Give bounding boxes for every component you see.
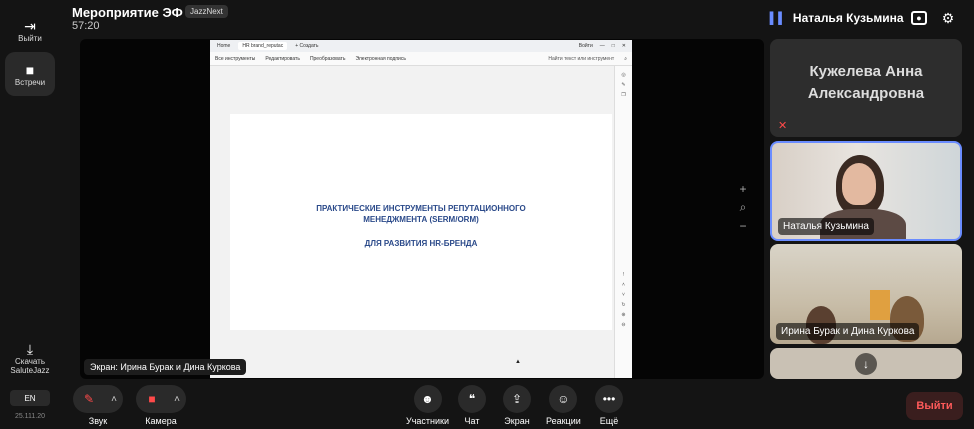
- participant-tile[interactable]: Кужелева Анна Александровна ✕: [770, 39, 962, 137]
- download-icon: ⤓: [26, 341, 34, 357]
- video-camera-icon: ■: [25, 61, 35, 78]
- window-controls: Войти — □ ✕: [579, 43, 632, 49]
- stage-zoom-controls: + ⌕ −: [733, 182, 753, 233]
- browser-tab-active[interactable]: HR brand_reputac: [238, 42, 288, 50]
- screen-share-icon[interactable]: ⇪: [503, 385, 531, 413]
- camera-options-chevron-icon[interactable]: ˄: [168, 394, 186, 405]
- minimize-icon[interactable]: —: [600, 43, 605, 49]
- pdf-search-input[interactable]: Найти текст или инструмент: [548, 56, 614, 62]
- participant-name-label: Ирина Бурак и Дина Куркова: [776, 323, 920, 340]
- toolbar-item[interactable]: Преобразовать: [310, 56, 346, 62]
- camera-control: ■ ˄ Камера: [136, 385, 186, 426]
- participant-tile-active[interactable]: Наталья Кузьмина: [770, 141, 962, 241]
- camera-off-button[interactable]: ■: [136, 385, 168, 413]
- sound-control: ✎ ˄ Звук: [73, 385, 123, 426]
- page-down-icon[interactable]: ˅: [622, 292, 625, 298]
- pdf-document-area: ПРАКТИЧЕСКИЕ ИНСТРУМЕНТЫ РЕПУТАЦИОННОГО …: [210, 66, 614, 378]
- participant-tile[interactable]: Ирина Бурак и Дина Куркова: [770, 244, 962, 344]
- zoom-plus-icon[interactable]: +: [739, 182, 746, 196]
- participants-control[interactable]: ☻ Участники: [406, 385, 449, 426]
- gear-icon[interactable]: ⚙: [939, 9, 957, 27]
- edit-icon[interactable]: ✎: [621, 82, 625, 88]
- mic-off-button[interactable]: ✎: [73, 385, 105, 413]
- zoom-out-icon[interactable]: ⊖: [621, 322, 625, 328]
- chat-bubble-icon[interactable]: ❝: [458, 385, 486, 413]
- meetings-rail-label: Встречи: [14, 77, 46, 87]
- participant-name-placeholder: Кужелева Анна Александровна: [807, 63, 925, 102]
- slide-title-line: ПРАКТИЧЕСКИЕ ИНСТРУМЕНТЫ РЕПУТАЦИОННОГО: [316, 204, 526, 213]
- participant-video-face: [842, 163, 876, 205]
- sound-pill: ✎ ˄: [73, 385, 123, 413]
- page-up-icon[interactable]: ˄: [622, 282, 625, 288]
- rotate-icon[interactable]: ↻: [621, 302, 625, 308]
- screen-share-label: Экран: Ирина Бурак и Дина Куркова: [84, 359, 247, 375]
- screen-share-stage: Home HR brand_reputac + Создать Войти — …: [80, 39, 764, 379]
- arrow-down-icon[interactable]: ↓: [855, 352, 877, 375]
- meeting-badge: JazzNext: [185, 5, 228, 18]
- comment-icon[interactable]: ◎: [621, 72, 625, 78]
- door-exit-icon: ⇥: [24, 17, 36, 34]
- slide-subtitle: ДЛЯ РАЗВИТИЯ HR-БРЕНДА: [364, 239, 478, 248]
- chat-control[interactable]: ❝ Чат: [458, 385, 486, 426]
- camera-label: Камера: [145, 416, 177, 426]
- new-tab-button[interactable]: + Создать: [291, 42, 322, 50]
- participant-name-label: Наталья Кузьмина: [778, 218, 874, 235]
- pdf-side-panel: ◎ ✎ ❐ ! ˄ ˅ ↻ ⊕ ⊖: [614, 66, 632, 378]
- reactions-control[interactable]: ☺ Реакции: [546, 385, 581, 426]
- info-icon[interactable]: !: [623, 272, 624, 278]
- meeting-timer: 57:20: [72, 20, 100, 32]
- more-dots-icon[interactable]: •••: [595, 385, 623, 413]
- copy-icon[interactable]: ❐: [621, 92, 625, 98]
- wall-poster: [870, 290, 890, 320]
- left-rail: ⇥ Выйти ■ Встречи ⤓ Скачать SaluteJazz E…: [0, 0, 60, 429]
- download-rail-label: Скачать SaluteJazz: [10, 357, 50, 375]
- zoom-in-icon[interactable]: ⊕: [621, 312, 625, 318]
- toolbar-item[interactable]: Все инструменты: [215, 56, 255, 62]
- chat-label: Чат: [464, 416, 480, 426]
- shared-browser-window: Home HR brand_reputac + Создать Войти — …: [210, 40, 632, 378]
- screen-control[interactable]: ⇪ Экран: [503, 385, 531, 426]
- toolbar-item[interactable]: Электронная подпись: [355, 56, 406, 62]
- slide-title-line: МЕНЕДЖМЕНТА (SERM/ORM): [363, 215, 479, 224]
- meetings-rail-button[interactable]: ■ Встречи: [5, 52, 55, 96]
- browser-tab[interactable]: Home: [213, 42, 234, 50]
- participants-label: Участники: [406, 416, 449, 426]
- pdf-slide: ПРАКТИЧЕСКИЕ ИНСТРУМЕНТЫ РЕПУТАЦИОННОГО …: [230, 114, 612, 330]
- sound-options-chevron-icon[interactable]: ˄: [105, 394, 123, 405]
- camera-pill: ■ ˄: [136, 385, 186, 413]
- pdf-toolbar: Все инструменты Редактировать Преобразов…: [210, 52, 632, 66]
- zoom-magnifier-icon[interactable]: ⌕: [740, 200, 747, 215]
- zoom-minus-icon[interactable]: −: [739, 219, 746, 233]
- audio-level-icon: ▍▍: [770, 12, 787, 25]
- screen-label: Экран: [504, 416, 530, 426]
- leave-meeting-button[interactable]: Выйти: [906, 392, 963, 420]
- maximize-icon[interactable]: □: [612, 43, 615, 49]
- toolbar-item[interactable]: Редактировать: [265, 56, 300, 62]
- app-version: 25.111.20: [14, 413, 46, 420]
- browser-tabbar: Home HR brand_reputac + Создать Войти — …: [210, 40, 632, 52]
- reactions-label: Реакции: [546, 416, 581, 426]
- close-icon[interactable]: ✕: [622, 43, 626, 49]
- more-label: Ещё: [599, 416, 619, 426]
- download-rail-button[interactable]: ⤓ Скачать SaluteJazz: [5, 338, 55, 378]
- search-icon[interactable]: ⌕: [624, 56, 627, 62]
- people-icon[interactable]: ☻: [413, 385, 442, 413]
- active-speaker: ▍▍ Наталья Кузьмина: [770, 11, 904, 25]
- signin-link[interactable]: Войти: [579, 43, 593, 49]
- exit-rail-label: Выйти: [18, 33, 42, 43]
- participant-card-icon[interactable]: ●: [911, 11, 927, 25]
- mic-muted-icon: ✕: [778, 120, 788, 132]
- sound-label: Звук: [88, 416, 108, 426]
- active-speaker-name: Наталья Кузьмина: [792, 11, 904, 25]
- smile-icon[interactable]: ☺: [549, 385, 578, 413]
- exit-rail-button[interactable]: ⇥ Выйти: [5, 8, 55, 52]
- participant-tile-scroll[interactable]: ↓: [770, 348, 962, 379]
- language-switch[interactable]: EN: [10, 390, 50, 406]
- mouse-cursor-icon: ▲: [515, 359, 521, 365]
- more-control[interactable]: ••• Ещё: [595, 385, 623, 426]
